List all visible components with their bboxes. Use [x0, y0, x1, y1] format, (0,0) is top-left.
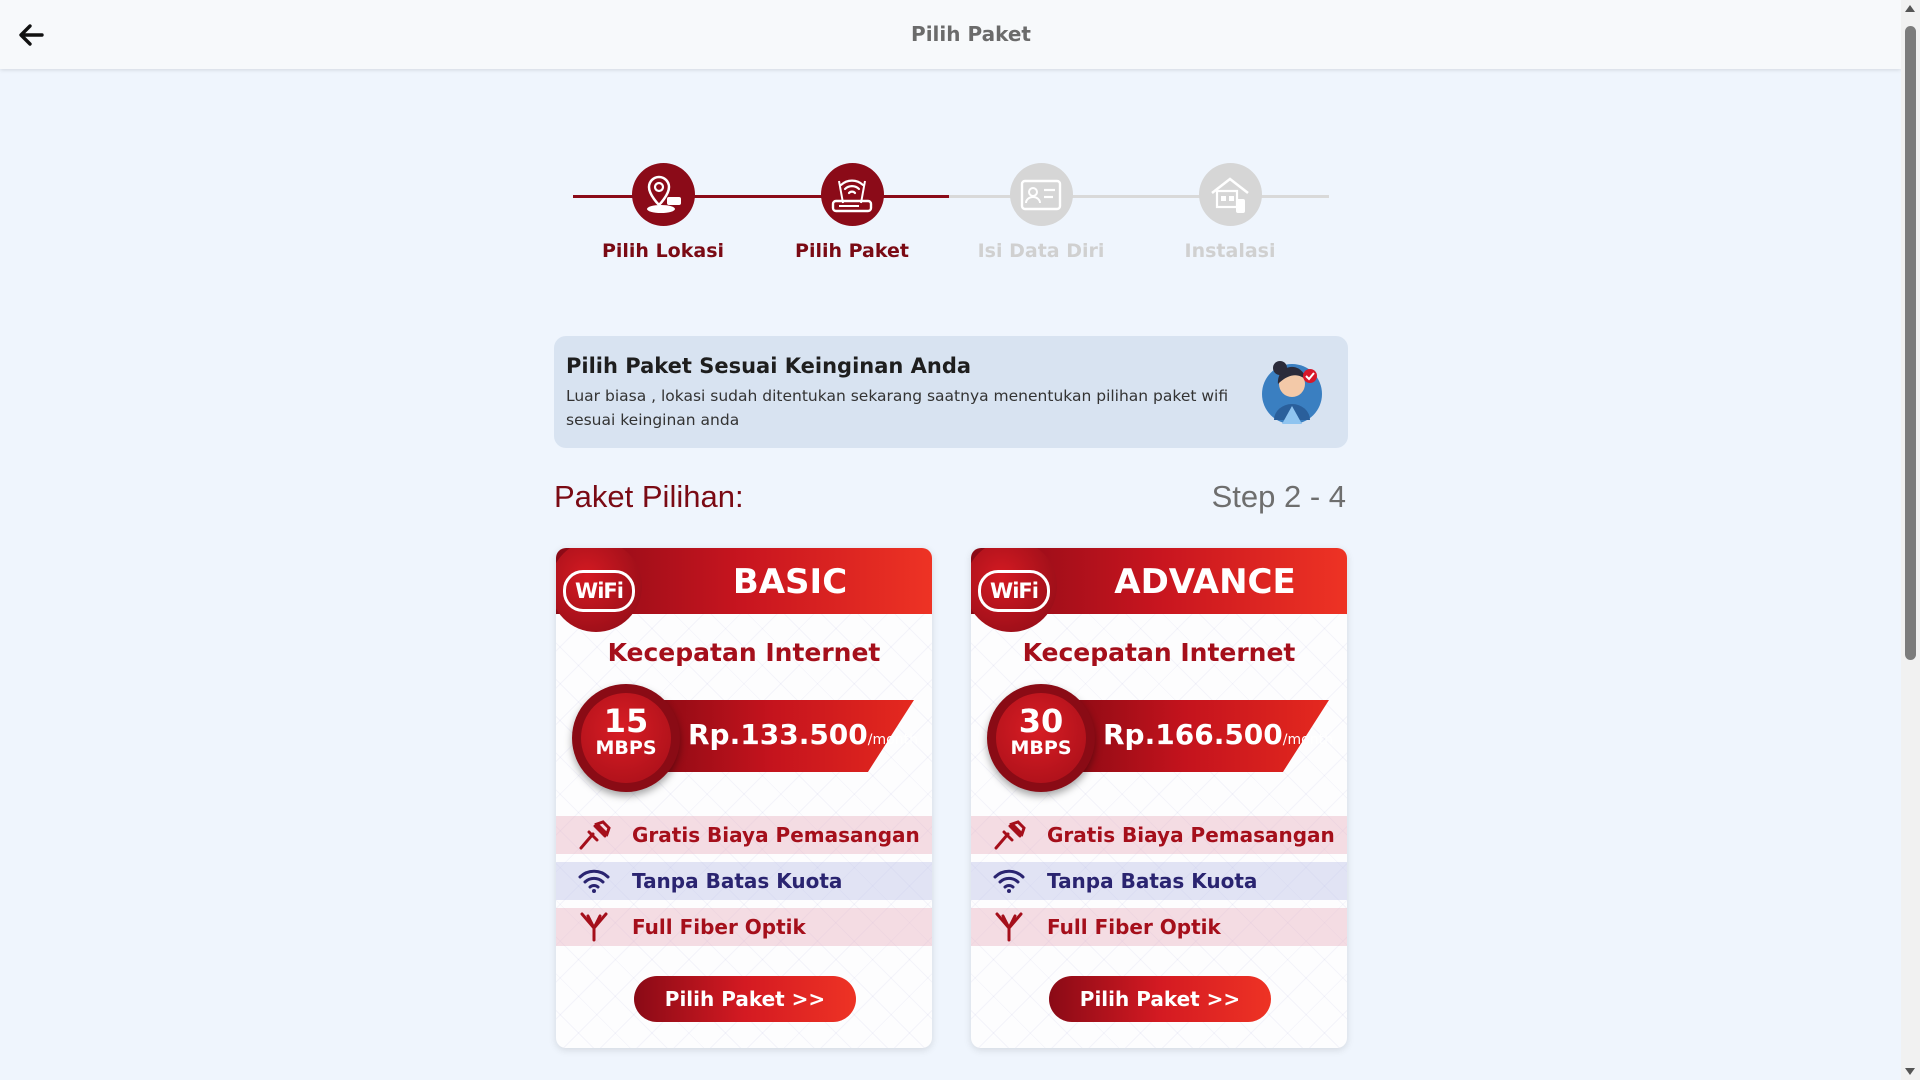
price-unit: /month: [1282, 732, 1333, 748]
location-wifi-icon: [647, 175, 681, 213]
wifi-logo-icon: WiFi: [556, 548, 642, 632]
progress-stepper: Pilih Lokasi Pilih Paket Isi Data Diri I…: [573, 163, 1329, 273]
wifi-logo-text: WiFi: [978, 570, 1050, 612]
speed-badge: 30 MBPS: [987, 684, 1095, 792]
step-instalasi: Instalasi: [1135, 163, 1325, 262]
step-circle: [631, 163, 695, 226]
step-pilih-paket: Pilih Paket: [757, 163, 947, 262]
feature-text: Gratis Biaya Pemasangan: [1047, 823, 1335, 847]
speed-unit: MBPS: [595, 737, 657, 759]
installation-tool-icon: [574, 819, 614, 851]
price-value: Rp.166.500: [1103, 718, 1283, 751]
section-title: Paket Pilihan:: [554, 479, 744, 514]
package-card-advance: ADVANCE WiFi Kecepatan Internet Rp.166.5…: [971, 548, 1347, 1048]
step-pilih-lokasi: Pilih Lokasi: [568, 163, 758, 262]
banner-title: Pilih Paket Sesuai Keinginan Anda: [566, 354, 972, 378]
customer-service-avatar: [1260, 350, 1324, 424]
speed-title: Kecepatan Internet: [607, 638, 881, 667]
price: Rp.133.500/month: [688, 718, 918, 751]
id-card-icon: [1020, 179, 1062, 210]
step-label: Isi Data Diri: [977, 240, 1105, 262]
feature-free-installation: Gratis Biaya Pemasangan: [556, 816, 932, 854]
wifi-logo-text: WiFi: [563, 570, 635, 612]
choose-package-button[interactable]: Pilih Paket >>: [634, 976, 856, 1022]
step-label: Instalasi: [1184, 240, 1276, 262]
vertical-scrollbar[interactable]: [1901, 0, 1920, 1080]
feature-text: Tanpa Batas Kuota: [1047, 869, 1258, 893]
feature-unlimited-quota: Tanpa Batas Kuota: [971, 862, 1347, 900]
step-counter: Step 2 - 4: [1211, 479, 1346, 514]
feature-text: Gratis Biaya Pemasangan: [632, 823, 920, 847]
scroll-thumb[interactable]: [1905, 26, 1916, 660]
price-unit: /month: [867, 732, 918, 748]
wifi-logo-icon: WiFi: [971, 548, 1057, 632]
speed-title: Kecepatan Internet: [1022, 638, 1296, 667]
banner-description: Luar biasa , lokasi sudah ditentukan sek…: [566, 387, 1229, 429]
speed-value: 15: [603, 702, 649, 740]
house-install-icon: [1211, 176, 1249, 213]
price-value: Rp.133.500: [688, 718, 868, 751]
scroll-down-arrow-icon[interactable]: [1905, 1068, 1915, 1075]
package-name: ADVANCE: [1114, 562, 1296, 602]
package-card-basic: BASIC WiFi Kecepatan Internet Rp.133.500…: [556, 548, 932, 1048]
router-icon: [831, 179, 873, 212]
step-label: Pilih Paket: [795, 240, 909, 262]
wifi-signal-icon: [574, 865, 614, 897]
feature-full-fiber: Full Fiber Optik: [556, 908, 932, 946]
fiber-optic-icon: [989, 911, 1029, 943]
installation-tool-icon: [989, 819, 1029, 851]
speed-unit: MBPS: [1010, 737, 1072, 759]
step-circle: [1198, 163, 1262, 226]
customer-service-icon: [1262, 361, 1322, 424]
fiber-optic-icon: [574, 911, 614, 943]
top-app-bar: Pilih Paket: [0, 0, 1901, 69]
price: Rp.166.500/month: [1103, 718, 1333, 751]
feature-text: Full Fiber Optik: [632, 915, 806, 939]
feature-text: Full Fiber Optik: [1047, 915, 1221, 939]
speed-value: 30: [1018, 702, 1064, 740]
feature-unlimited-quota: Tanpa Batas Kuota: [556, 862, 932, 900]
feature-text: Tanpa Batas Kuota: [632, 869, 843, 893]
step-circle: [1009, 163, 1073, 226]
package-name: BASIC: [732, 562, 848, 602]
info-banner: Pilih Paket Sesuai Keinginan Anda Luar b…: [554, 336, 1348, 448]
speed-badge: 15 MBPS: [572, 684, 680, 792]
feature-free-installation: Gratis Biaya Pemasangan: [971, 816, 1347, 854]
speed-badge-inner: 15 MBPS: [581, 693, 671, 783]
page-title: Pilih Paket: [911, 22, 1031, 46]
choose-package-button[interactable]: Pilih Paket >>: [1049, 976, 1271, 1022]
step-label: Pilih Lokasi: [601, 240, 725, 262]
feature-full-fiber: Full Fiber Optik: [971, 908, 1347, 946]
speed-badge-inner: 30 MBPS: [996, 693, 1086, 783]
step-circle: [820, 163, 884, 226]
step-isi-data-diri: Isi Data Diri: [946, 163, 1136, 262]
scroll-up-arrow-icon[interactable]: [1905, 5, 1915, 12]
wifi-signal-icon: [989, 865, 1029, 897]
